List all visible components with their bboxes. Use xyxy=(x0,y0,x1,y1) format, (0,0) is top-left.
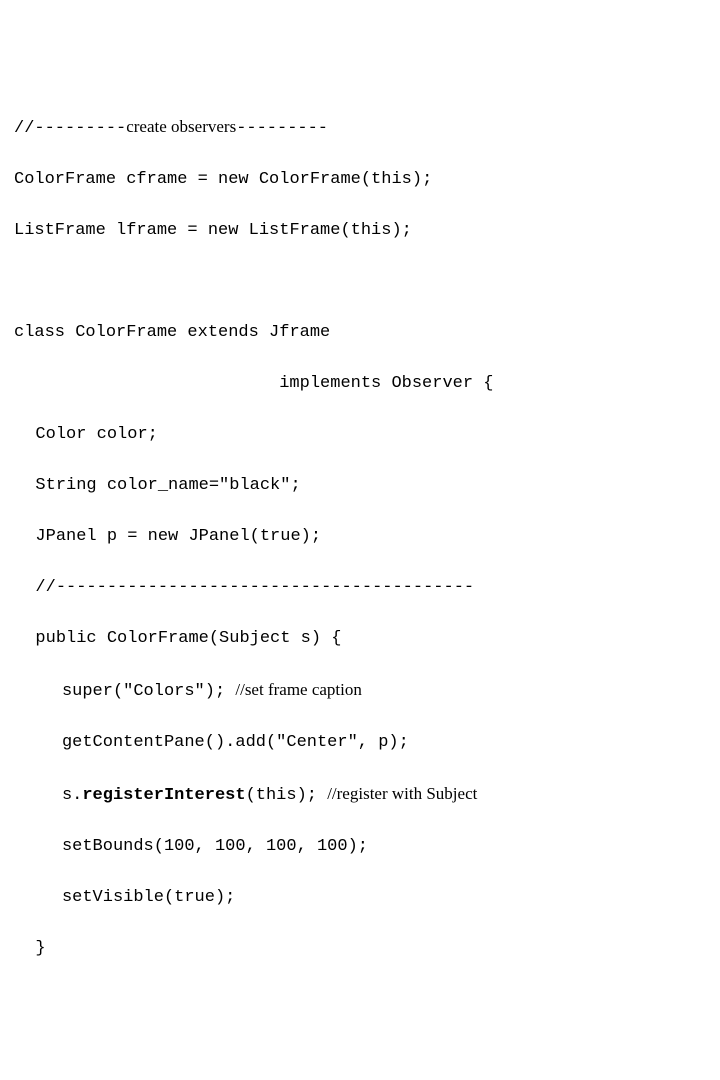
code-line-10: //--------------------------------------… xyxy=(14,575,706,601)
code-line-3: ListFrame lframe = new ListFrame(this); xyxy=(14,218,706,244)
code-line-8: String color_name="black"; xyxy=(14,473,706,499)
code-text: s. xyxy=(62,786,82,805)
comment-serif: //set frame caption xyxy=(235,680,362,699)
code-text: super("Colors"); xyxy=(62,682,235,701)
code-line-5: class ColorFrame extends Jframe xyxy=(14,320,706,346)
code-line-15: setBounds(100, 100, 100, 100); xyxy=(14,834,706,860)
bold-method: registerInterest xyxy=(82,786,245,805)
code-line-17: } xyxy=(14,936,706,962)
code-line-6: implements Observer { xyxy=(14,371,706,397)
code-line-14: s.registerInterest(this); //register wit… xyxy=(14,781,706,809)
code-line-7: Color color; xyxy=(14,422,706,448)
code-line-11: public ColorFrame(Subject s) { xyxy=(14,626,706,652)
code-line-13: getContentPane().add("Center", p); xyxy=(14,730,706,756)
code-line-12: super("Colors"); //set frame caption xyxy=(14,677,706,705)
code-text: (this); xyxy=(246,786,328,805)
code-line-16: setVisible(true); xyxy=(14,885,706,911)
comment-serif: create observers xyxy=(126,117,236,136)
code-line-2: ColorFrame cframe = new ColorFrame(this)… xyxy=(14,167,706,193)
code-text: --------- xyxy=(236,119,328,138)
comment-serif: //register with Subject xyxy=(327,784,477,803)
code-line-9: JPanel p = new JPanel(true); xyxy=(14,524,706,550)
code-text: //--------- xyxy=(14,119,126,138)
blank-line xyxy=(14,269,706,295)
code-line-1: //---------create observers--------- xyxy=(14,114,706,142)
